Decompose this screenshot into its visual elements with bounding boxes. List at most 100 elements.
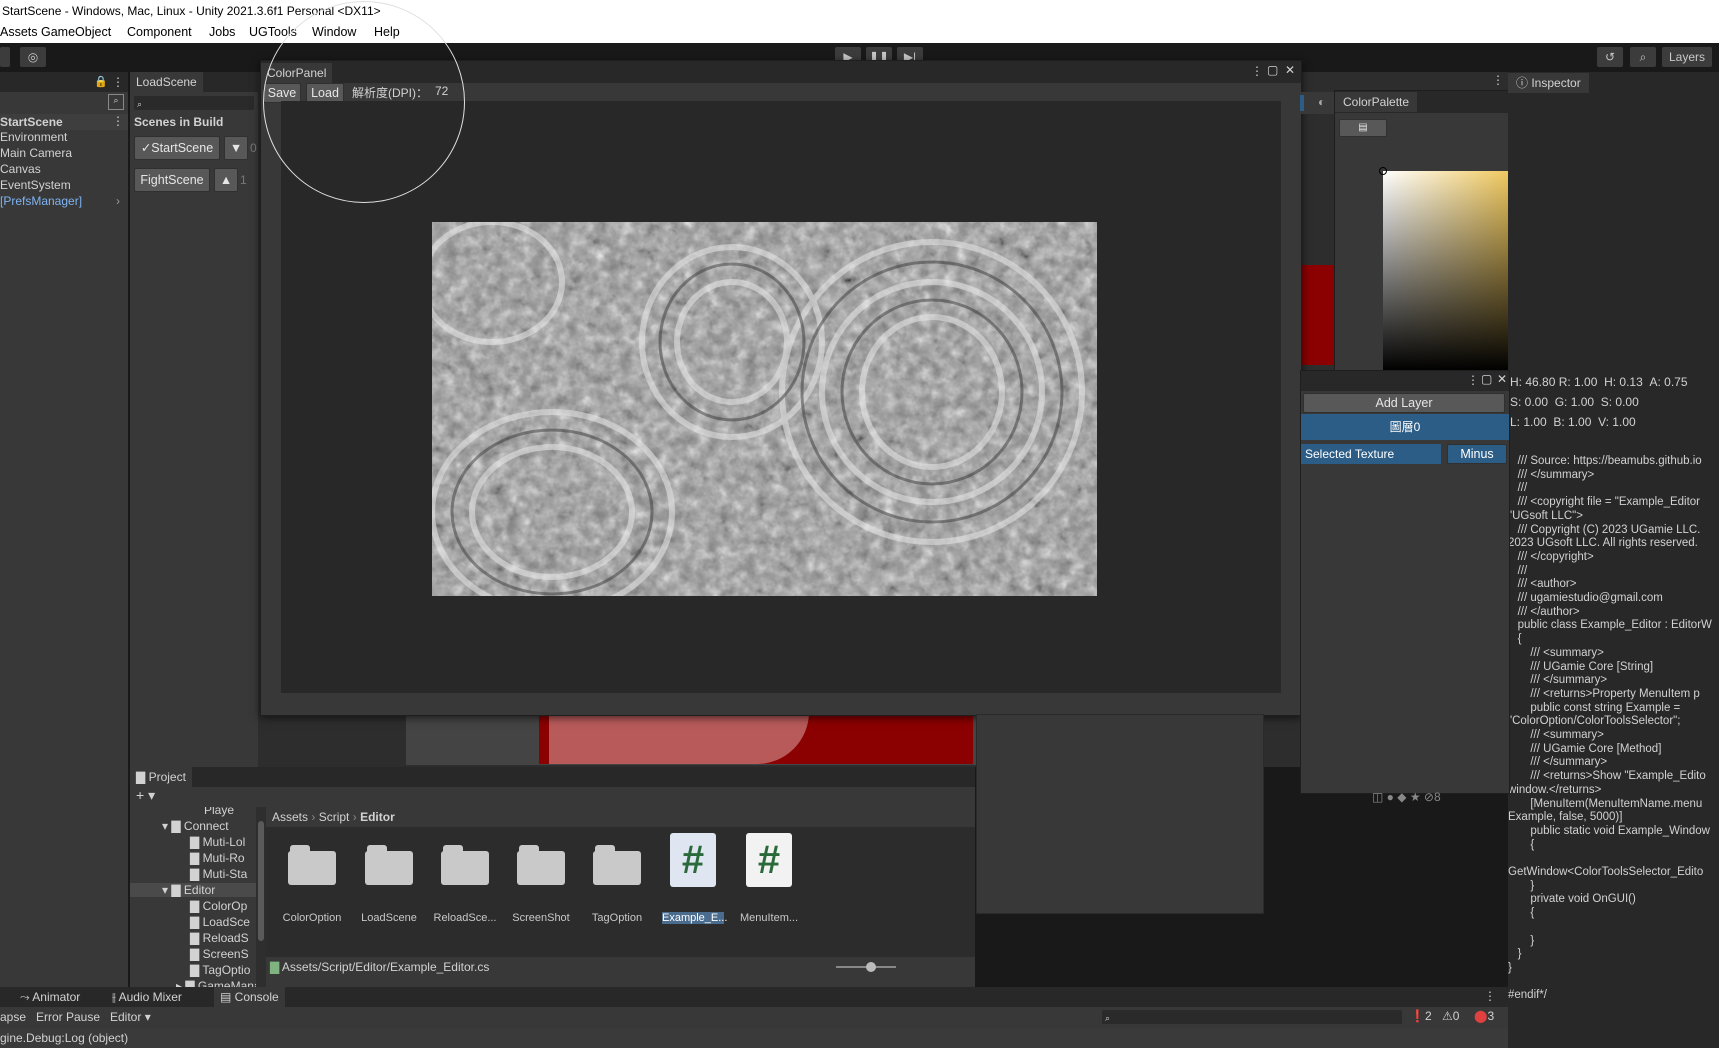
hierarchy-item-canvas[interactable]: Canvas bbox=[0, 162, 41, 176]
menu-dots-icon[interactable]: ⋮ bbox=[112, 75, 124, 89]
hierarchy-item-environment[interactable]: Environment bbox=[0, 130, 67, 144]
tree-item-playe[interactable]: Playe bbox=[204, 807, 234, 817]
add-button[interactable]: + ▾ bbox=[136, 787, 155, 804]
close-icon[interactable]: ✕ bbox=[1497, 372, 1507, 386]
menu-jobs[interactable]: Jobs bbox=[209, 22, 235, 43]
menu-dots-icon[interactable]: ⋮ bbox=[1467, 373, 1479, 387]
close-icon[interactable]: ✕ bbox=[1285, 63, 1295, 77]
tab-project[interactable]: ▇ Project bbox=[130, 767, 192, 787]
tree-item-reloads[interactable]: ▇ ReloadS bbox=[190, 931, 249, 945]
history-icon[interactable]: ↺ bbox=[1597, 47, 1623, 67]
value-a: A: 0.75 bbox=[1649, 375, 1688, 389]
brush-cursor-circle bbox=[263, 1, 465, 203]
tree-item-screens[interactable]: ▇ ScreenS bbox=[190, 947, 249, 961]
folder-icon[interactable] bbox=[441, 843, 489, 885]
menu-dots-icon[interactable]: ⋮ bbox=[1484, 989, 1496, 1003]
error-count-toggle[interactable]: ⬤3 bbox=[1474, 1009, 1494, 1023]
tree-item-loadsce[interactable]: ▇ LoadSce bbox=[190, 915, 250, 929]
loadscene-search-input[interactable]: ⌕ bbox=[134, 96, 254, 110]
search-icon[interactable]: ⌕ bbox=[1630, 47, 1656, 67]
maximize-icon[interactable]: ▢ bbox=[1267, 63, 1278, 77]
folder-icon[interactable] bbox=[593, 843, 641, 885]
tab-console[interactable]: ▤ Console bbox=[214, 987, 285, 1007]
tree-item-editor[interactable]: ▾ ▇ Editor bbox=[130, 883, 256, 897]
minus-button[interactable]: Minus bbox=[1447, 444, 1507, 464]
zoom-slider-thumb[interactable] bbox=[866, 962, 876, 972]
console-log-row[interactable]: gine.Debug:Log (object) bbox=[0, 1028, 1508, 1048]
folder-icon[interactable] bbox=[288, 843, 336, 885]
editor-dropdown[interactable]: Editor ▾ bbox=[110, 1010, 151, 1024]
tree-item-muti-lol[interactable]: ▇ Muti-Lol bbox=[190, 835, 245, 849]
layer-item-0[interactable]: 圖層0 bbox=[1301, 414, 1509, 440]
gizmo-icon[interactable]: ◐ bbox=[1318, 95, 1325, 109]
scene-menu-icon[interactable]: ⋮ bbox=[112, 114, 124, 128]
tab-animator[interactable]: ⤳ Animator bbox=[14, 987, 86, 1007]
tree-item-connect[interactable]: ▾ ▇ Connect bbox=[162, 819, 229, 833]
asset-coloroption[interactable]: ColorOption bbox=[274, 912, 350, 924]
menu-dots-icon[interactable]: ⋮ bbox=[1492, 73, 1504, 87]
tab-audio-mixer[interactable]: ⫲ Audio Mixer bbox=[106, 987, 188, 1007]
csharp-script-icon[interactable]: # bbox=[670, 833, 716, 887]
menu-component[interactable]: Component bbox=[127, 22, 192, 43]
tree-scrollbar[interactable] bbox=[256, 807, 266, 987]
tree-item-tagoptio[interactable]: ▇ TagOptio bbox=[190, 963, 250, 977]
scene-tools-icons[interactable]: ◫ ● ◆ ★ ⊘8 bbox=[1372, 790, 1441, 804]
hierarchy-item-prefsmanager[interactable]: [PrefsManager] bbox=[0, 194, 82, 208]
add-layer-button[interactable]: Add Layer bbox=[1303, 393, 1505, 413]
tree-item-gamemana[interactable]: ▸ ▇ GameMana bbox=[176, 979, 256, 987]
tab-loadscene[interactable]: LoadScene bbox=[130, 72, 203, 92]
lock-icon[interactable]: 🔒 bbox=[94, 75, 108, 88]
loadscene-tabbar: LoadScene bbox=[130, 72, 258, 92]
tree-item-muti-lol-label: Muti-Lol bbox=[202, 835, 246, 849]
asset-example-editor[interactable]: Example_E... bbox=[662, 912, 727, 924]
error-pause-button[interactable]: Error Pause bbox=[36, 1010, 100, 1024]
folder-icon[interactable] bbox=[365, 843, 413, 885]
warning-count-toggle[interactable]: ⚠0 bbox=[1442, 1009, 1459, 1023]
colorpalette-tab[interactable]: ColorPalette bbox=[1335, 92, 1418, 112]
cloud-icon[interactable]: ◎ bbox=[20, 47, 46, 67]
tree-item-muti-sta[interactable]: ▇ Muti-Sta bbox=[190, 867, 247, 881]
menu-gameobject[interactable]: GameObject bbox=[41, 22, 111, 43]
colorpanel-canvas[interactable] bbox=[263, 1, 1281, 693]
scene-button-startscene[interactable]: ✓StartScene bbox=[134, 136, 220, 160]
breadcrumb-script[interactable]: Script bbox=[319, 810, 350, 824]
info-count-toggle[interactable]: ❗2 bbox=[1410, 1009, 1432, 1023]
tab-inspector[interactable]: ⓘ Inspector bbox=[1508, 73, 1589, 93]
move-down-button[interactable]: ▼ bbox=[224, 136, 248, 160]
asset-tagoption[interactable]: TagOption bbox=[579, 912, 655, 924]
asset-loadscene[interactable]: LoadScene bbox=[351, 912, 427, 924]
selected-texture-field[interactable]: Selected Texture bbox=[1301, 444, 1441, 464]
tree-item-colorop[interactable]: ▇ ColorOp bbox=[190, 899, 247, 913]
hierarchy-scene-row[interactable]: StartScene ⋮ bbox=[0, 114, 128, 130]
asset-reloadscene[interactable]: ReloadSce... bbox=[427, 912, 503, 924]
account-button[interactable] bbox=[0, 47, 10, 67]
csharp-script-icon[interactable]: # bbox=[746, 833, 792, 887]
console-search-input[interactable]: ⌕ bbox=[1102, 1010, 1402, 1024]
collapse-button[interactable]: apse bbox=[0, 1010, 26, 1024]
move-up-button[interactable]: ▲ bbox=[214, 168, 238, 192]
color-values-row-1: H: 46.80 R: 1.00 H: 0.13 A: 0.75 bbox=[1510, 372, 1710, 392]
zoom-slider[interactable] bbox=[836, 962, 896, 972]
scene-button-fightscene[interactable]: FightScene bbox=[134, 168, 210, 192]
tree-item-muti-ro[interactable]: ▇ Muti-Ro bbox=[190, 851, 245, 865]
tree-scrollbar-thumb[interactable] bbox=[258, 821, 264, 941]
breadcrumb-editor[interactable]: Editor bbox=[360, 810, 395, 824]
code-line: { bbox=[1508, 907, 1535, 920]
menu-assets[interactable]: Assets bbox=[0, 22, 38, 43]
folder-icon[interactable] bbox=[517, 843, 565, 885]
search-by-type-icon[interactable]: ⌕ bbox=[108, 94, 124, 110]
chevron-right-icon[interactable]: › bbox=[116, 194, 120, 208]
layers-dropdown[interactable]: Layers bbox=[1662, 47, 1712, 67]
picker-handle[interactable] bbox=[1379, 167, 1387, 175]
project-panel: ▇ Project + ▾ Playe ▾ ▇ Connect ▇ Muti-L… bbox=[130, 767, 975, 987]
breadcrumb-assets[interactable]: Assets bbox=[266, 810, 308, 824]
palette-mode-button[interactable]: ▤ bbox=[1339, 119, 1387, 137]
menu-dots-icon[interactable]: ⋮ bbox=[1251, 64, 1263, 78]
asset-screenshot[interactable]: ScreenShot bbox=[503, 912, 579, 924]
value-s: S: 0.00 bbox=[1510, 395, 1549, 409]
hierarchy-item-eventsystem[interactable]: EventSystem bbox=[0, 178, 71, 192]
error-icon: ⬤ bbox=[1474, 1009, 1488, 1023]
asset-menuitem[interactable]: MenuItem... bbox=[731, 912, 807, 924]
hierarchy-item-main-camera[interactable]: Main Camera bbox=[0, 146, 72, 160]
maximize-icon[interactable]: ▢ bbox=[1481, 372, 1492, 386]
